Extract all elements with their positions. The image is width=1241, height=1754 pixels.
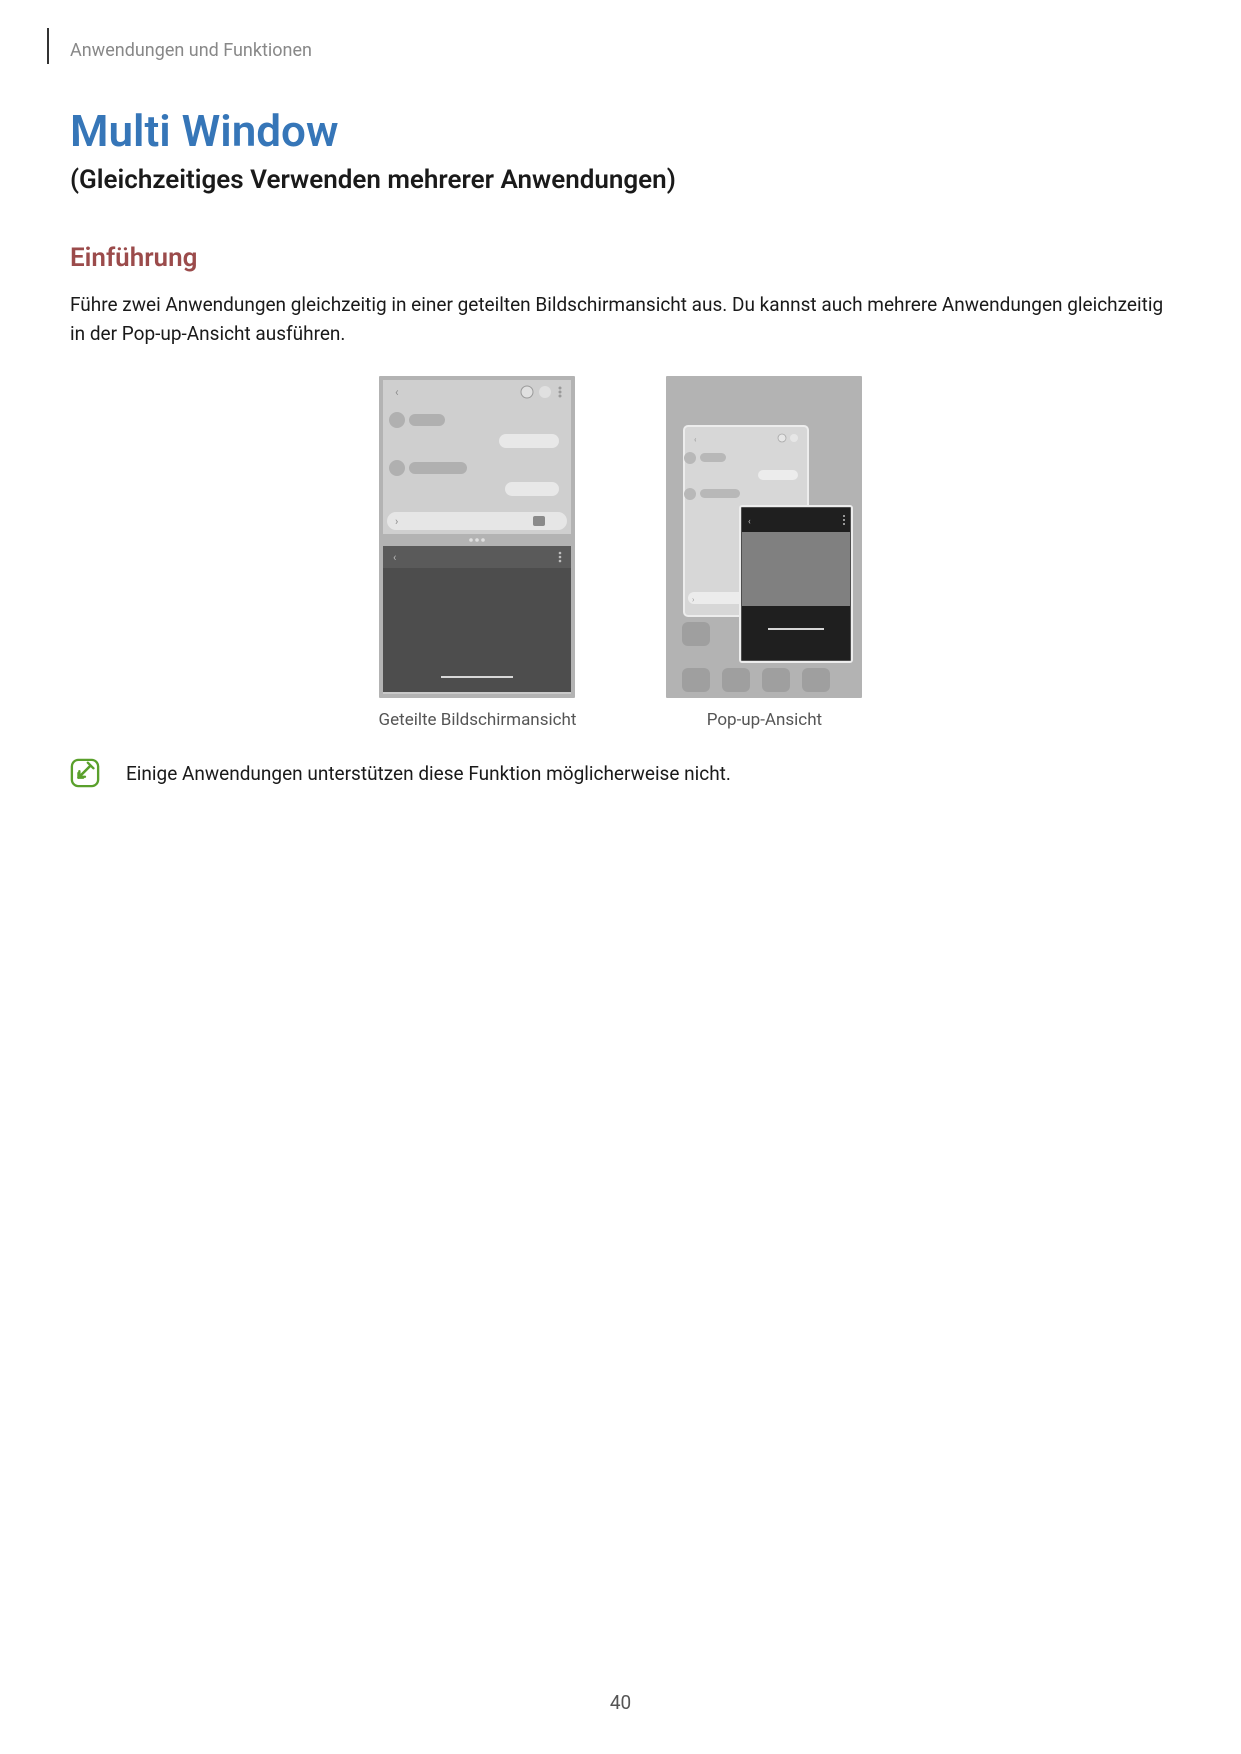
popup-view-phone-illustration: ‹ › ‹ — [666, 376, 862, 698]
intro-paragraph: Führe zwei Anwendungen gleichzeitig in e… — [70, 291, 1171, 348]
note-row: Einige Anwendungen unterstützen diese Fu… — [70, 758, 1171, 788]
page-content: Multi Window (Gleichzeitiges Verwenden m… — [70, 105, 1171, 788]
note-text: Einige Anwendungen unterstützen diese Fu… — [126, 762, 731, 785]
svg-text:‹: ‹ — [748, 517, 751, 527]
svg-text:‹: ‹ — [393, 551, 396, 564]
svg-text:‹: ‹ — [395, 385, 399, 399]
page-subtitle: (Gleichzeitiges Verwenden mehrerer Anwen… — [70, 165, 1171, 195]
breadcrumb: Anwendungen und Funktionen — [70, 40, 312, 61]
page-title: Multi Window — [70, 105, 1171, 157]
page-vertical-marker — [47, 28, 49, 64]
figure-split-screen: ‹ › — [379, 376, 577, 730]
caption-popup-view: Pop-up-Ansicht — [707, 710, 822, 730]
note-icon — [70, 758, 100, 788]
figure-popup-view: ‹ › ‹ — [666, 376, 862, 730]
caption-split-screen: Geteilte Bildschirmansicht — [379, 710, 577, 730]
section-heading-intro: Einführung — [70, 243, 1171, 273]
page-number: 40 — [0, 1691, 1241, 1714]
svg-text:›: › — [395, 515, 398, 528]
figure-row: ‹ › — [70, 376, 1171, 730]
split-screen-phone-illustration: ‹ › — [379, 376, 575, 698]
